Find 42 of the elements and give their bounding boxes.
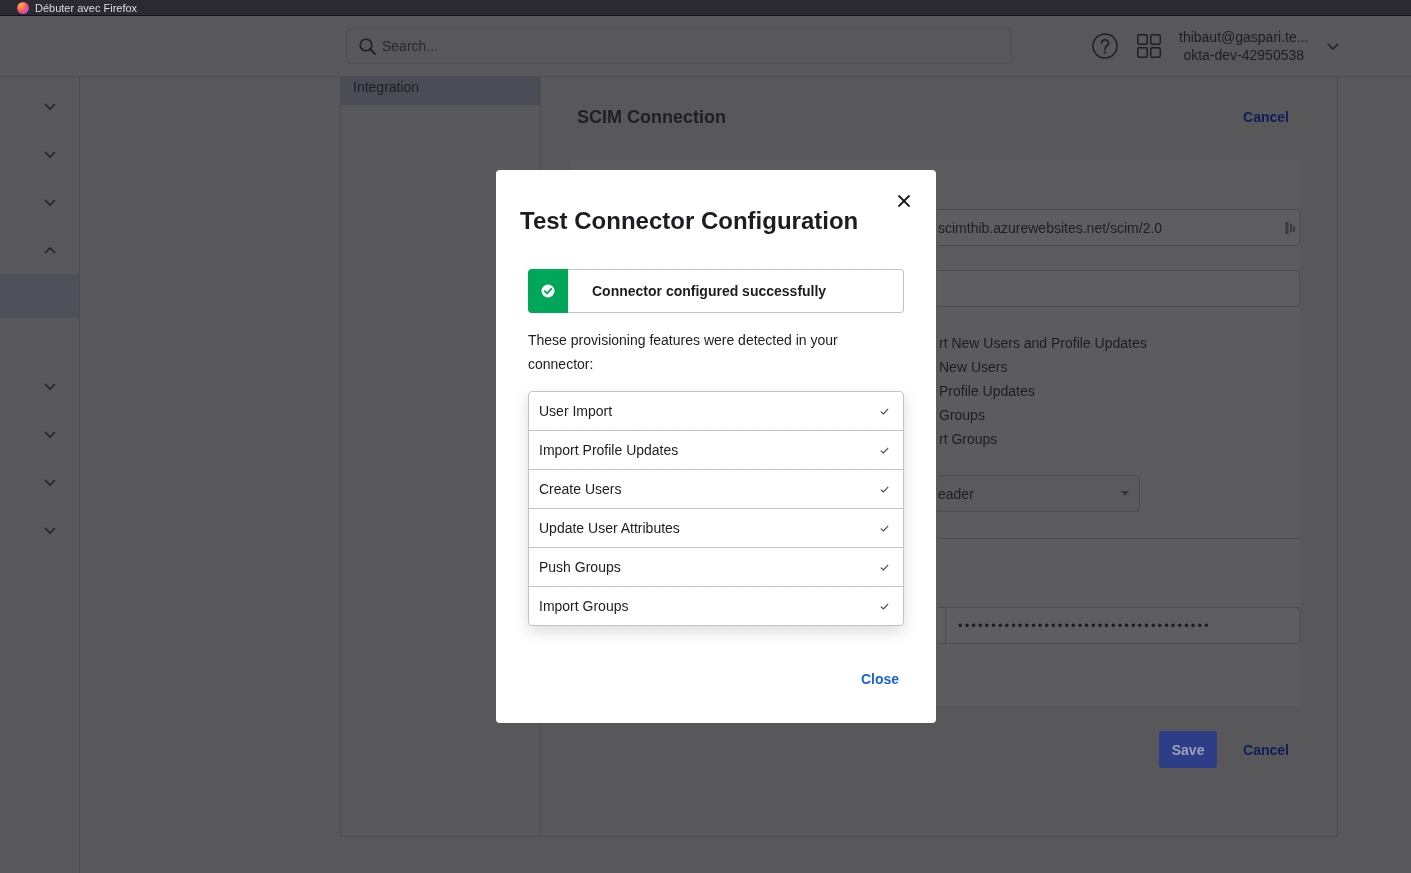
feature-label: Import Groups — [539, 598, 629, 614]
chevron-down-icon[interactable] — [44, 478, 56, 486]
chevron-down-icon[interactable] — [44, 526, 56, 534]
feature-label: Update User Attributes — [539, 520, 680, 536]
apps-grid-icon[interactable] — [1137, 34, 1161, 58]
cancel-link[interactable]: Cancel — [1243, 109, 1289, 125]
feature-label: Create Users — [539, 481, 622, 497]
text-field[interactable] — [937, 270, 1300, 307]
chevron-up-icon[interactable] — [44, 246, 56, 254]
chevron-down-icon[interactable] — [44, 430, 56, 438]
bookmark-item[interactable]: Débuter avec Firefox — [17, 0, 138, 15]
save-button[interactable]: Save — [1159, 731, 1218, 768]
checkbox-label: Profile Updates — [938, 382, 1036, 401]
text-field[interactable]: scimthib.azurewebsites.net/scim/2.0 — [937, 209, 1300, 246]
chevron-down-icon[interactable] — [44, 198, 56, 206]
feature-intro-text: These provisioning features were detected in your connector: — [528, 331, 839, 374]
chevron-down-icon — [1327, 42, 1340, 50]
caret-icon — [1121, 491, 1129, 496]
checkbox-label: Groups — [938, 406, 986, 425]
chevron-down-icon[interactable] — [44, 102, 56, 110]
cancel-link[interactable]: Cancel — [1243, 741, 1289, 758]
checkbox-label: rt Groups — [938, 430, 999, 449]
section-title: SCIM Connection — [577, 106, 726, 128]
dialog-title: Test Connector Configuration — [520, 206, 859, 236]
close-button[interactable] — [897, 194, 911, 208]
input-tool-icon[interactable] — [1285, 220, 1295, 235]
user-menu-button[interactable]: thibaut@gaspari.te... okta-dev-42950538 — [1179, 28, 1340, 64]
checkbox-label: rt New Users and Profile Updates — [938, 334, 1148, 353]
feature-label: Push Groups — [539, 559, 621, 575]
chevron-down-icon[interactable] — [44, 382, 56, 390]
browser-logo-icon — [17, 1, 29, 14]
chevron-down-icon[interactable] — [44, 150, 56, 158]
callout-message: Connector configured successfully — [568, 269, 904, 313]
password-field[interactable]: •••••••••••••••••••••••••••••••••••••• — [937, 607, 1300, 644]
search-icon — [359, 38, 376, 55]
feature-label: User Import — [539, 403, 613, 419]
feature-label: Import Profile Updates — [539, 442, 679, 458]
close-link[interactable]: Close — [860, 670, 899, 688]
select-field[interactable]: eader — [937, 475, 1140, 512]
close-icon — [897, 194, 911, 208]
help-icon[interactable] — [1092, 33, 1118, 59]
checkbox-label: New Users — [938, 358, 1009, 377]
